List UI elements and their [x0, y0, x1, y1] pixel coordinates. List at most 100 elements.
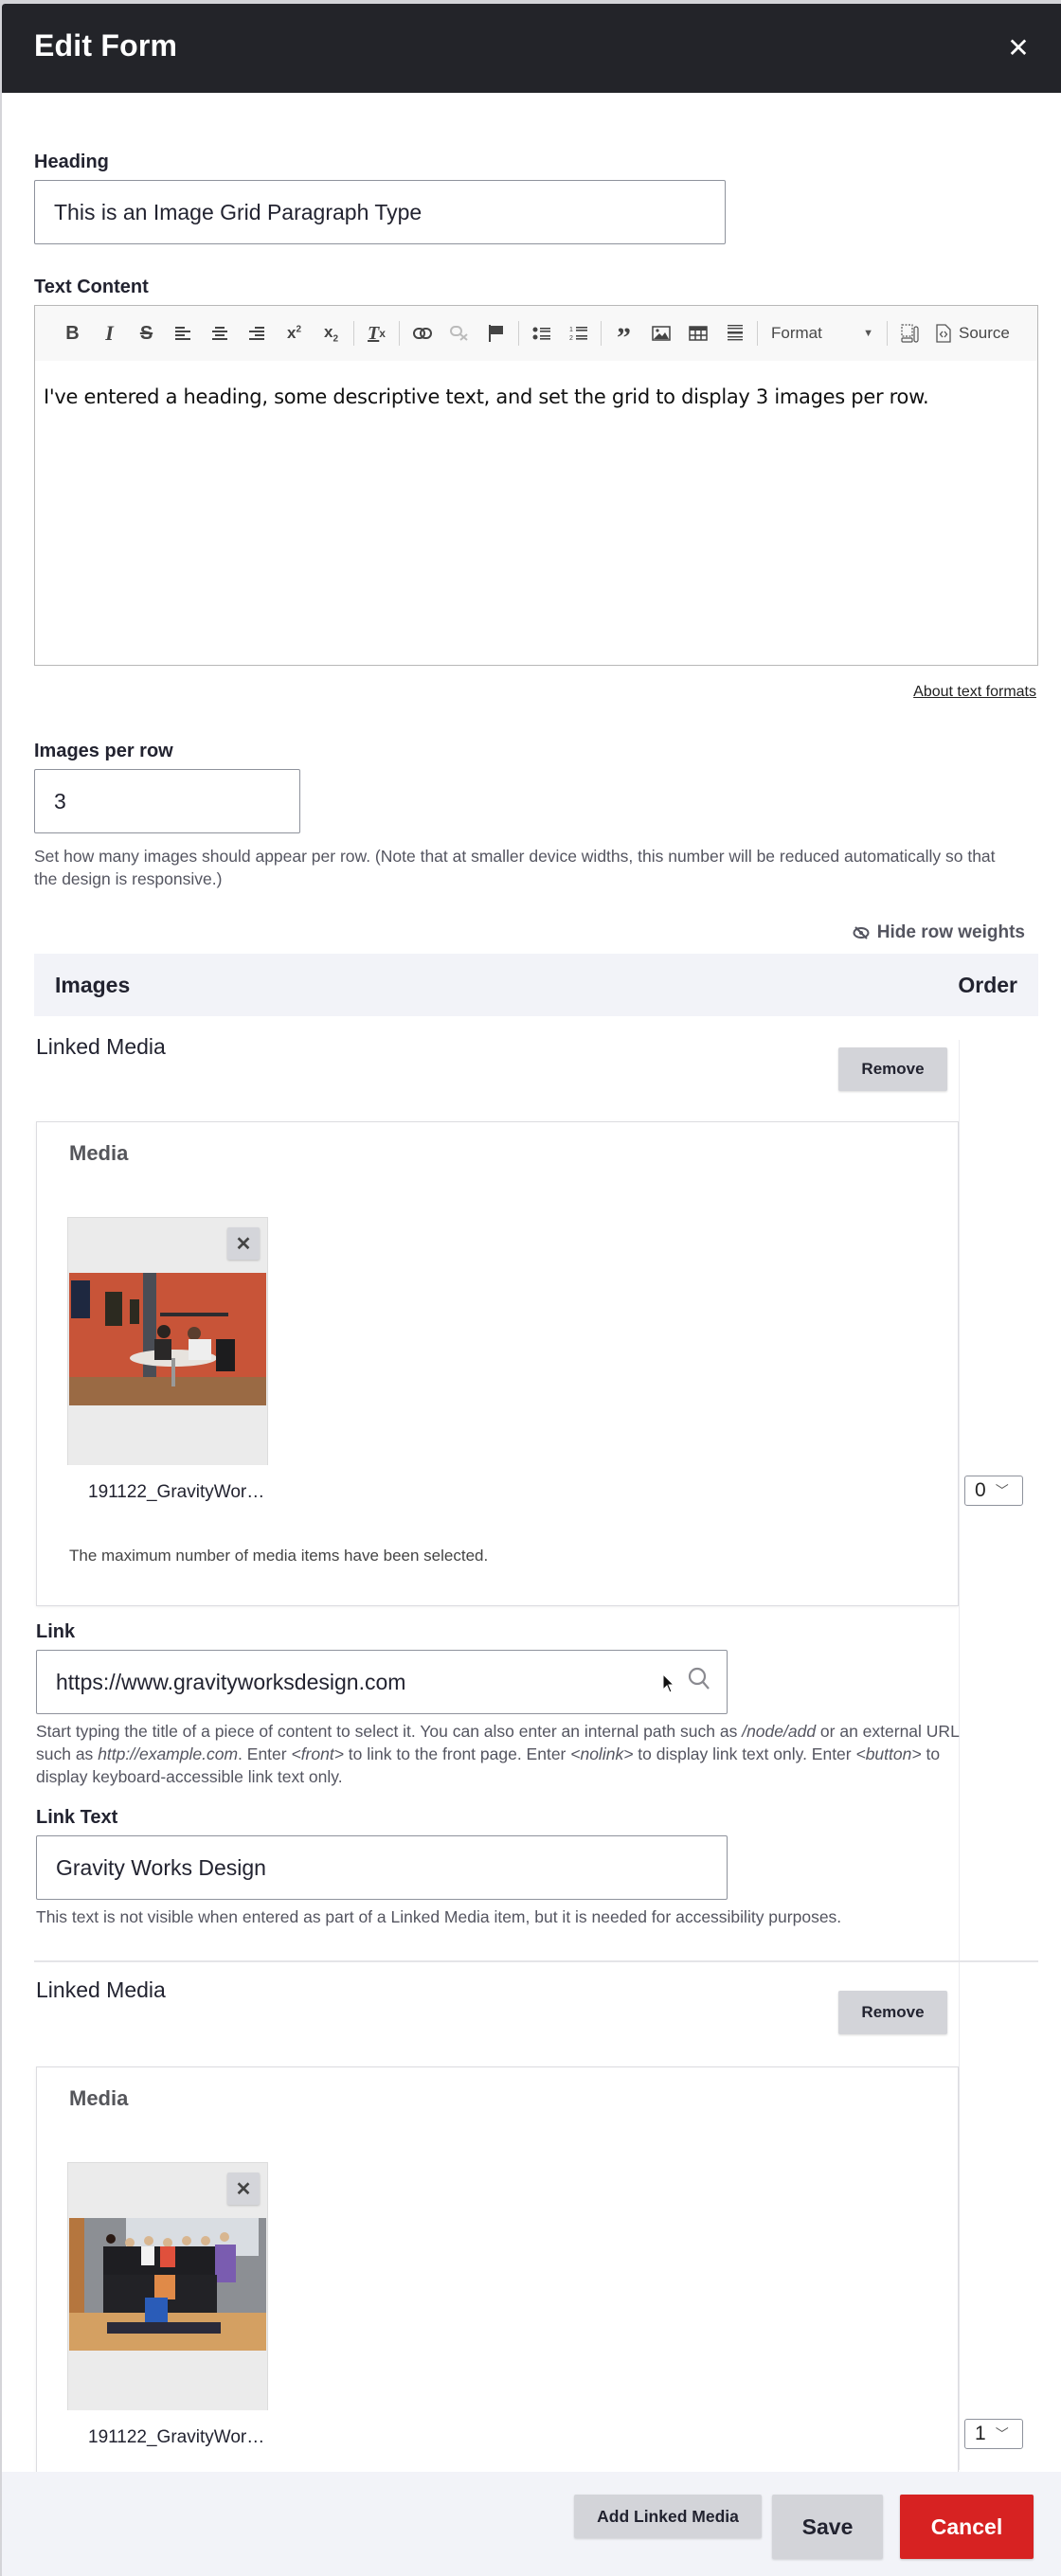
max-media-note: The maximum number of media items have b…	[69, 1547, 489, 1565]
align-right-button[interactable]	[239, 317, 276, 349]
cancel-button[interactable]: Cancel	[900, 2495, 1034, 2559]
toolbar-separator	[887, 321, 888, 346]
row-divider	[34, 1960, 1038, 1962]
remove-media-icon[interactable]: ✕	[227, 2173, 260, 2205]
toolbar-separator	[399, 321, 400, 346]
media-image-office	[69, 1273, 266, 1405]
numbered-list-button[interactable]: 12	[560, 317, 597, 349]
table-button[interactable]	[679, 317, 716, 349]
images-per-row-description: Set how many images should appear per ro…	[34, 847, 996, 888]
bold-button[interactable]: B	[54, 317, 91, 349]
unlink-icon	[449, 326, 468, 341]
hide-row-weights-label: Hide row weights	[876, 922, 1025, 942]
format-dropdown[interactable]: Format ▼	[762, 317, 883, 349]
unlink-button[interactable]	[441, 317, 477, 349]
link-text-description: This text is not visible when entered as…	[36, 1907, 842, 1926]
text-content-label: Text Content	[34, 277, 149, 297]
link-icon	[412, 328, 432, 339]
hide-row-weights-button[interactable]: Hide row weights	[853, 922, 1025, 943]
bulleted-list-icon	[532, 327, 550, 340]
column-order: Order	[958, 973, 1017, 997]
media-image-team	[69, 2218, 266, 2351]
about-text-formats-link[interactable]: About text formats	[913, 684, 1036, 701]
order-select[interactable]: 0 ﹀	[964, 1476, 1023, 1506]
image-icon	[651, 326, 671, 341]
media-title: Media	[69, 2086, 129, 2110]
remove-format-button[interactable]: Tx	[358, 317, 395, 349]
dialog-titlebar: Edit Form ✕	[2, 4, 1061, 93]
images-per-row-input[interactable]: 3	[34, 769, 300, 833]
align-center-icon	[211, 327, 227, 340]
toolbar-separator	[518, 321, 519, 346]
show-blocks-button[interactable]	[891, 317, 928, 349]
search-icon[interactable]	[687, 1666, 711, 1694]
chevron-down-icon: ﹀	[995, 2426, 1009, 2442]
subscript-button[interactable]: x2	[313, 317, 350, 349]
horizontal-line-button[interactable]	[716, 317, 753, 349]
eye-slash-icon	[853, 926, 870, 939]
close-icon[interactable]: ✕	[1002, 32, 1034, 64]
strikethrough-button[interactable]: S	[128, 317, 165, 349]
remove-linked-media-button[interactable]: Remove	[838, 1991, 947, 2034]
flag-icon	[488, 325, 503, 342]
bulleted-list-button[interactable]	[523, 317, 560, 349]
media-thumbnail: ✕	[67, 2162, 268, 2410]
link-description: Start typing the title of a piece of con…	[36, 1722, 960, 1786]
source-label: Source	[959, 324, 1010, 342]
align-center-button[interactable]	[202, 317, 239, 349]
toolbar-separator	[757, 321, 758, 346]
dialog-footer: Add Linked Media Save Cancel	[2, 2472, 1061, 2576]
remove-media-icon[interactable]: ✕	[227, 1227, 260, 1260]
dialog-title: Edit Form	[34, 28, 178, 63]
format-label: Format	[771, 324, 822, 342]
media-card: Media ✕	[36, 1121, 959, 1606]
linked-media-label: Linked Media	[36, 1034, 166, 1059]
editor-toolbar: B I S x2 x2 Tx 1 2 ” Format ▼ Source	[35, 306, 1037, 361]
image-button[interactable]	[642, 317, 679, 349]
superscript-button[interactable]: x2	[276, 317, 313, 349]
mouse-cursor-icon	[662, 1673, 675, 1693]
rich-text-editor: B I S x2 x2 Tx 1 2 ” Format ▼ Source I'v…	[34, 305, 1038, 666]
images-per-row-label: Images per row	[34, 741, 173, 761]
align-right-icon	[248, 327, 264, 340]
media-thumbnail: ✕	[67, 1217, 268, 1465]
italic-button[interactable]: I	[91, 317, 128, 349]
column-images: Images	[55, 973, 131, 997]
media-filename: 191122_GravityWor…	[88, 2427, 265, 2447]
media-filename: 191122_GravityWor…	[88, 1482, 265, 1502]
images-table-header: Images Order	[34, 954, 1038, 1016]
source-icon	[936, 324, 951, 343]
blockquote-button[interactable]: ”	[605, 317, 642, 352]
chevron-down-icon: ﹀	[995, 1483, 1009, 1498]
save-button[interactable]: Save	[772, 2495, 883, 2559]
add-linked-media-button[interactable]: Add Linked Media	[574, 2495, 762, 2538]
anchor-button[interactable]	[477, 317, 514, 349]
toolbar-separator	[601, 321, 602, 346]
link-button[interactable]	[404, 317, 441, 349]
link-label: Link	[36, 1621, 76, 1642]
link-text-input[interactable]: Gravity Works Design	[36, 1835, 728, 1900]
remove-linked-media-button[interactable]: Remove	[838, 1047, 947, 1091]
source-button[interactable]: Source	[928, 324, 1017, 343]
link-value: https://www.gravityworksdesign.com	[56, 1669, 406, 1694]
svg-text:2: 2	[569, 335, 573, 342]
linked-media-label: Linked Media	[36, 1977, 166, 2002]
order-value: 0	[975, 1479, 986, 1501]
toolbar-separator	[353, 321, 354, 346]
media-title: Media	[69, 1141, 129, 1165]
svg-text:1: 1	[569, 327, 573, 333]
align-left-button[interactable]	[165, 317, 202, 349]
show-blocks-icon	[900, 324, 919, 343]
edit-form-dialog: Edit Form ✕ Heading This is an Image Gri…	[2, 4, 1061, 2576]
media-card: Media ✕	[36, 2066, 959, 2483]
link-text-label: Link Text	[36, 1807, 118, 1828]
table-icon	[688, 326, 708, 341]
align-left-icon	[174, 327, 190, 340]
editor-body[interactable]: I've entered a heading, some descriptive…	[35, 361, 1037, 433]
heading-label: Heading	[34, 152, 109, 172]
order-select[interactable]: 1 ﹀	[964, 2419, 1023, 2449]
heading-input[interactable]: This is an Image Grid Paragraph Type	[34, 180, 726, 244]
link-input[interactable]: https://www.gravityworksdesign.com	[36, 1650, 728, 1714]
order-value: 1	[975, 2423, 986, 2444]
caret-down-icon: ▼	[863, 328, 873, 339]
